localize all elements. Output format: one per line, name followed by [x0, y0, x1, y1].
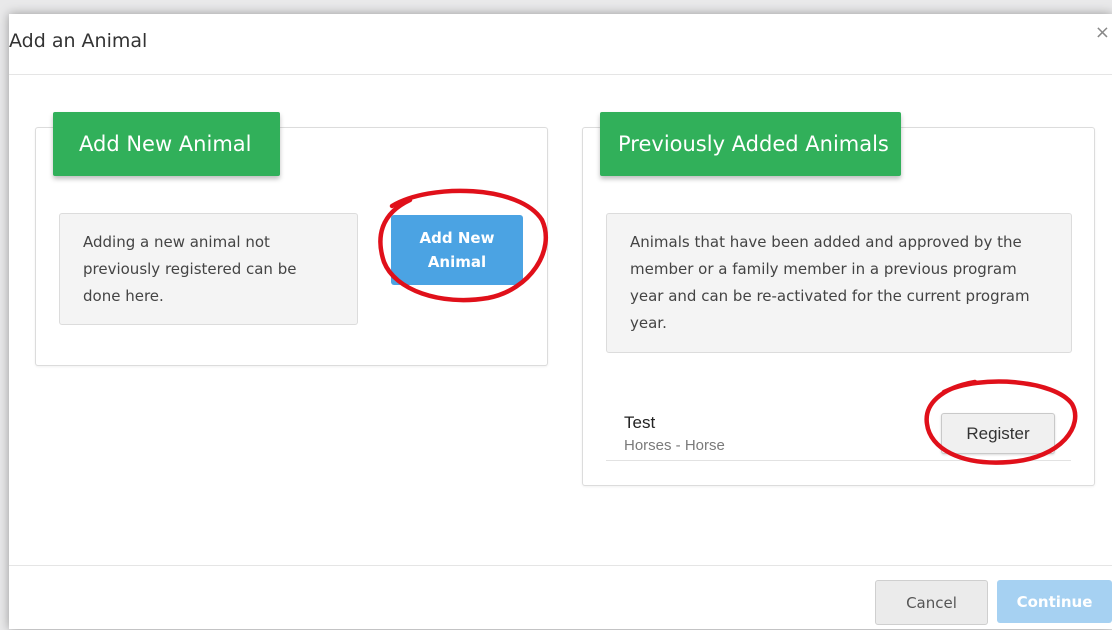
animal-list-item: Test Horses - Horse Register — [606, 378, 1071, 461]
add-animal-modal: Add an Animal × Add New Animal Adding a … — [9, 14, 1112, 629]
add-new-animal-panel: Add New Animal Adding a new animal not p… — [35, 112, 548, 366]
modal-footer: Cancel Continue — [9, 565, 1112, 630]
register-button[interactable]: Register — [941, 413, 1055, 454]
previously-added-animals-heading: Previously Added Animals — [600, 112, 901, 176]
add-new-animal-button[interactable]: Add New Animal — [391, 215, 523, 285]
add-new-animal-heading: Add New Animal — [53, 112, 280, 176]
continue-button[interactable]: Continue — [997, 580, 1112, 623]
modal-title: Add an Animal — [9, 30, 148, 52]
animal-type: Horses - Horse — [624, 437, 725, 454]
previously-added-animals-panel: Previously Added Animals Animals that ha… — [582, 112, 1095, 486]
add-new-animal-description: Adding a new animal not previously regis… — [59, 213, 358, 325]
add-new-animal-button-label: Add New Animal — [419, 229, 495, 271]
previously-added-animals-description-text: Animals that have been added and approve… — [630, 233, 1030, 332]
add-new-animal-description-text: Adding a new animal not previously regis… — [83, 233, 297, 305]
cancel-button[interactable]: Cancel — [875, 580, 988, 625]
close-icon[interactable]: × — [1095, 24, 1110, 42]
modal-header: Add an Animal × — [9, 14, 1112, 75]
previously-added-animals-description: Animals that have been added and approve… — [606, 213, 1072, 353]
animal-name: Test — [624, 413, 656, 432]
